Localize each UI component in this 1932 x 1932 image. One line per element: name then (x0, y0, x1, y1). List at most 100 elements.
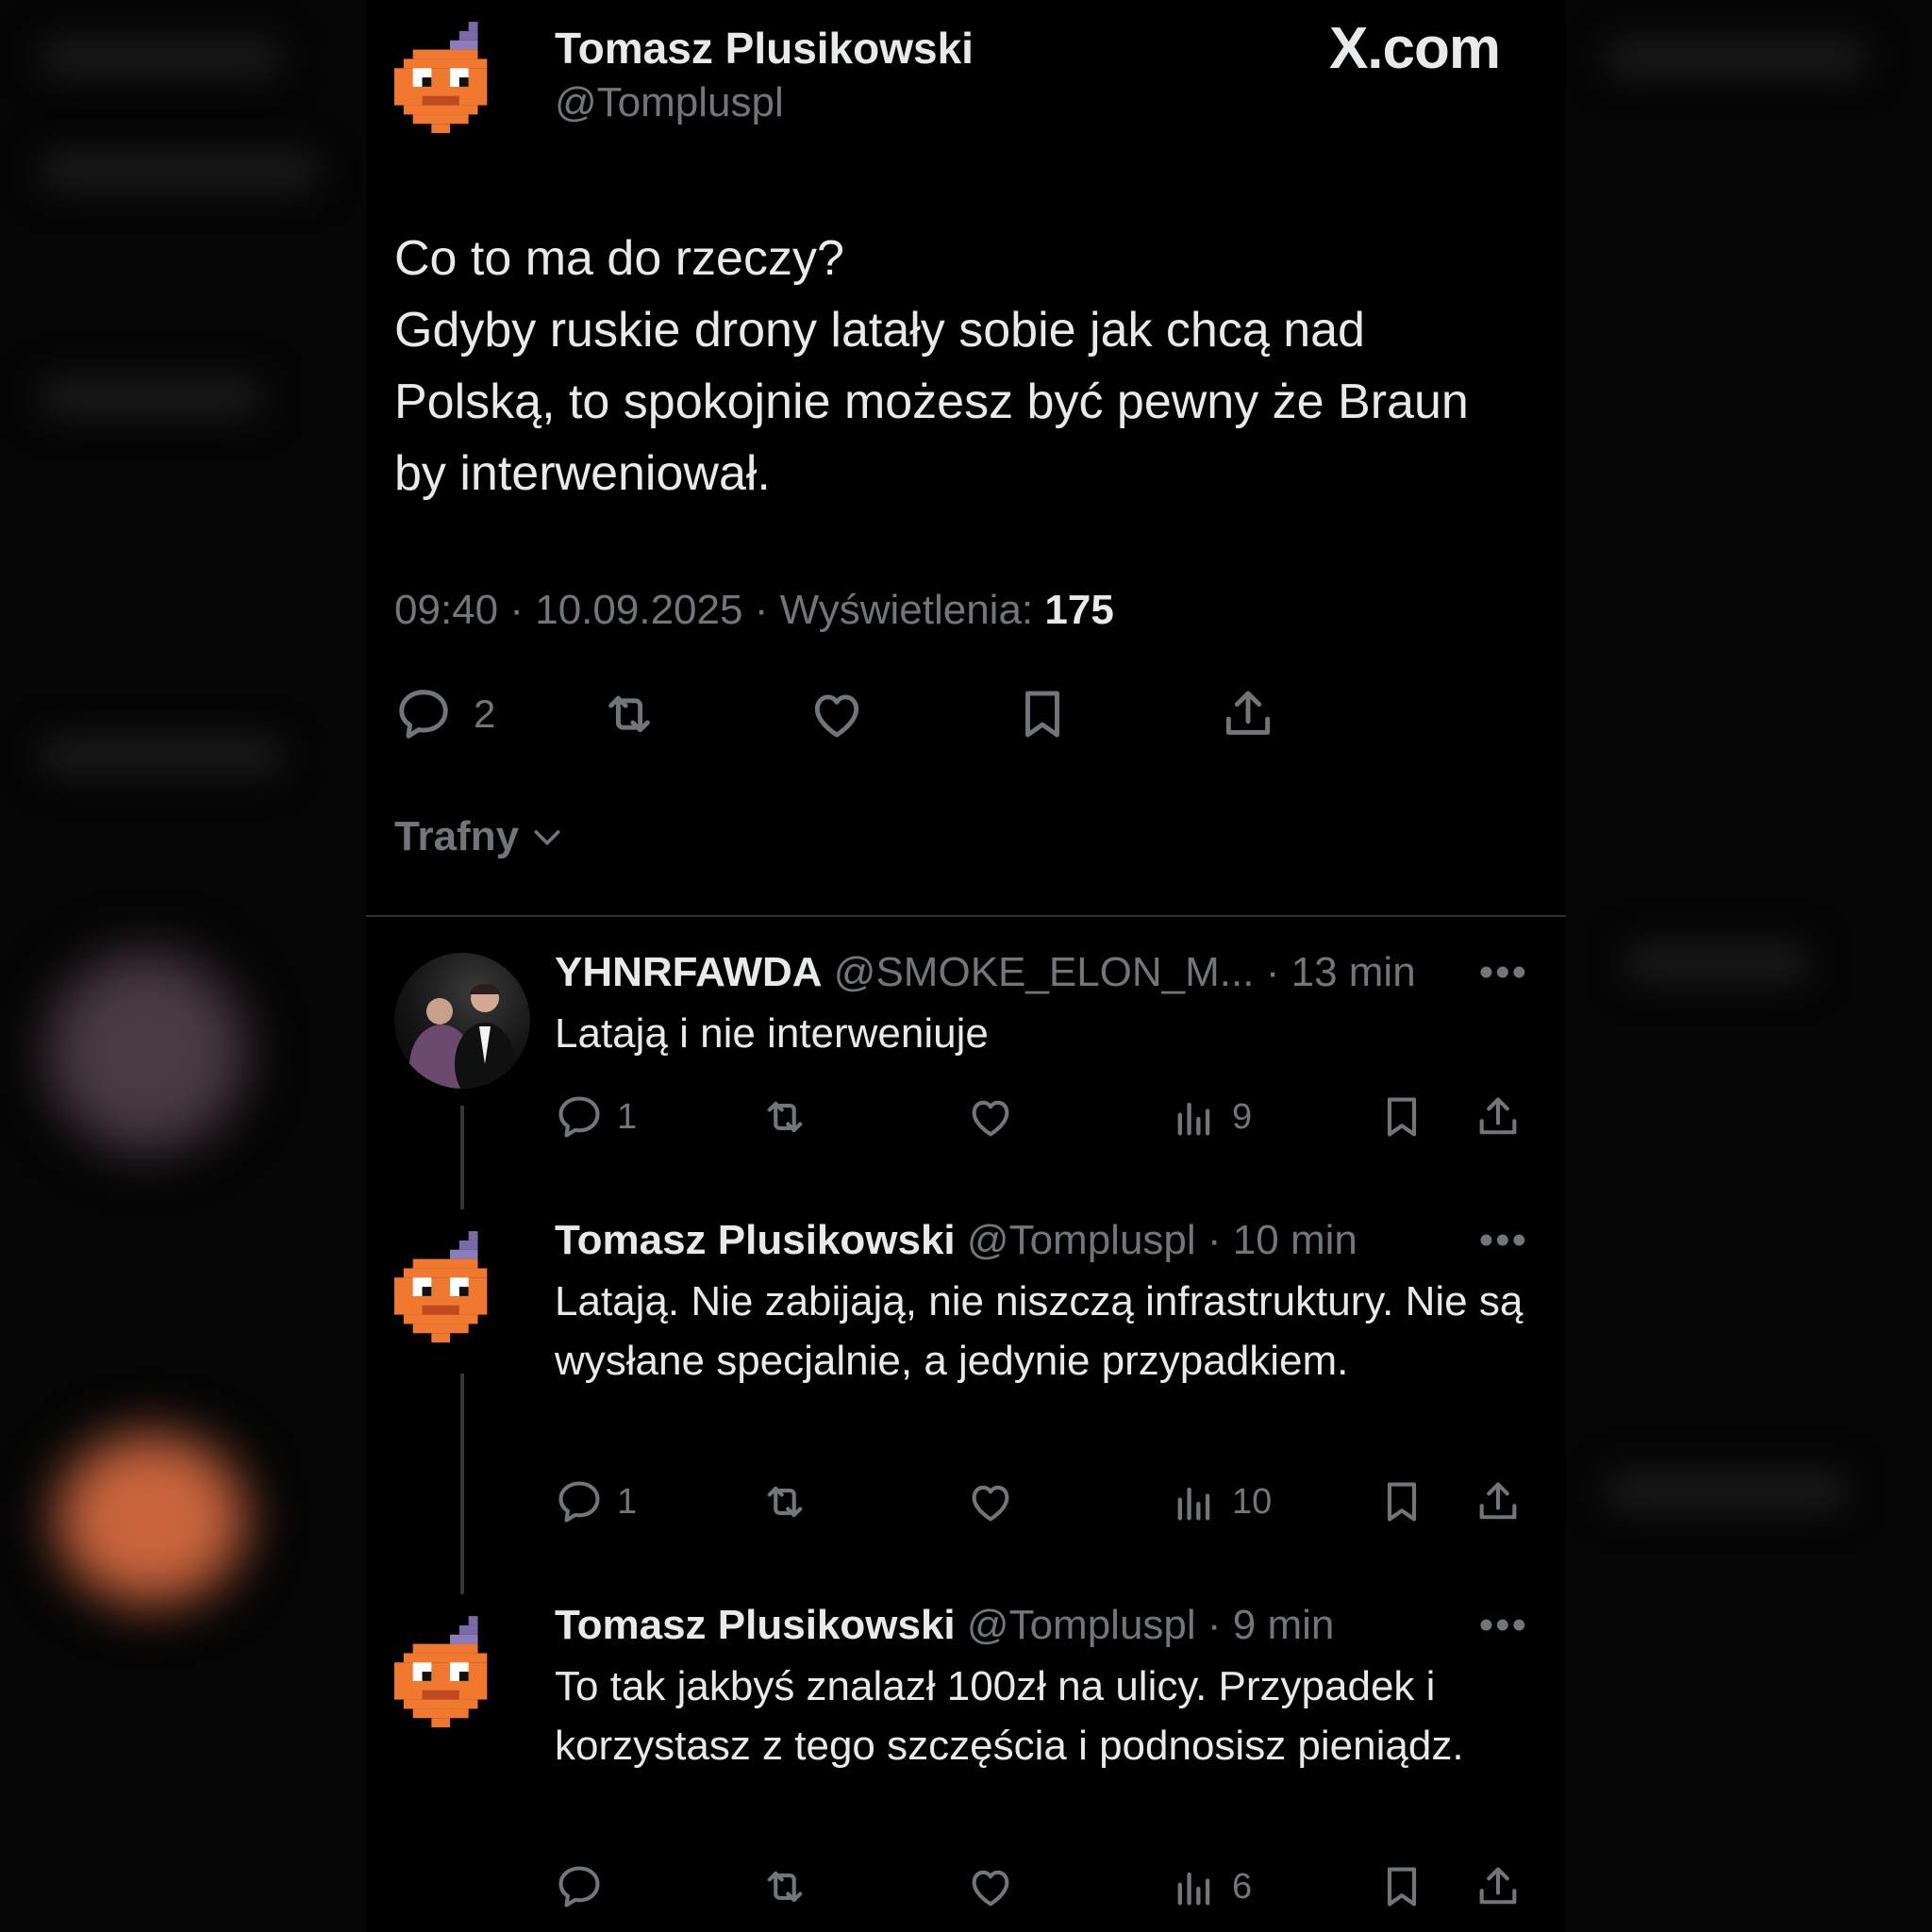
reply-count: 1 (617, 1481, 638, 1522)
reply-item[interactable]: YHNRFAWDA @SMOKE_ELON_M... · 13 min ••• … (366, 949, 1566, 1147)
post-actions: 2 (394, 679, 1536, 755)
views-label: Wyświetlenia: (779, 587, 1034, 633)
share-button[interactable] (1219, 685, 1277, 743)
repost-button[interactable] (600, 685, 658, 743)
reply-text: Latają. Nie zabijają, nie niszczą infras… (555, 1278, 1524, 1384)
author-name[interactable]: Tomasz Plusikowski (555, 23, 974, 74)
bookmark-icon (1387, 1482, 1417, 1522)
bookmark-button[interactable] (1013, 685, 1072, 743)
pixel-avatar-icon[interactable] (394, 1230, 506, 1353)
views-count: 10 (1232, 1481, 1273, 1522)
meta-separator: · (754, 587, 769, 633)
bookmark-button[interactable] (1377, 1862, 1426, 1911)
reply-button[interactable]: 1 (555, 1477, 637, 1526)
post-text-line: Polską, to spokojnie możesz być pewny że… (394, 375, 1469, 429)
post-text: Co to ma do rzeczy? Gdyby ruskie drony l… (394, 223, 1545, 509)
views-button[interactable]: 9 (1170, 1092, 1252, 1141)
share-icon (1479, 1482, 1517, 1520)
reply-author-name[interactable]: Tomasz Plusikowski (555, 1217, 956, 1263)
repost-icon (608, 695, 650, 733)
more-options-icon[interactable]: ••• (1479, 1217, 1528, 1264)
reply-icon (558, 1866, 600, 1907)
pixel-avatar-icon[interactable] (394, 21, 506, 143)
reply-header: Tomasz Plusikowski @Tompluspl · 10 min (555, 1217, 1357, 1264)
views-count: 6 (1232, 1866, 1253, 1907)
post-text-line: Co to ma do rzeczy? (394, 231, 844, 286)
meta-separator: · (1265, 949, 1280, 995)
more-options-icon[interactable]: ••• (1479, 949, 1528, 996)
user-photo-avatar[interactable] (394, 953, 530, 1089)
reply-author-handle[interactable]: @Tompluspl (967, 1217, 1196, 1263)
like-button[interactable] (966, 1477, 1015, 1526)
post-text-line: by interweniował. (394, 446, 771, 501)
reply-actions: 1 9 (555, 1092, 1545, 1149)
like-button[interactable] (966, 1092, 1015, 1141)
analytics-icon (1177, 1872, 1210, 1906)
repost-icon (767, 1486, 803, 1518)
share-icon (1479, 1097, 1517, 1135)
reply-age[interactable]: 10 min (1233, 1217, 1357, 1263)
brand-watermark: X.com (1328, 16, 1501, 81)
reply-button[interactable] (555, 1862, 604, 1911)
post-meta: 09:40 · 10.09.2025 · Wyświetlenia: 175 (394, 587, 1114, 634)
bookmark-icon (1387, 1097, 1417, 1137)
bookmark-button[interactable] (1377, 1092, 1426, 1141)
pixel-avatar-icon[interactable] (394, 1615, 506, 1738)
repost-button[interactable] (760, 1092, 809, 1141)
meta-separator: · (1207, 1602, 1222, 1648)
repost-button[interactable] (760, 1862, 809, 1911)
divider (366, 915, 1566, 917)
bookmark-button[interactable] (1377, 1477, 1426, 1526)
analytics-icon (1177, 1487, 1210, 1521)
heart-icon (814, 694, 859, 738)
reply-author-handle[interactable]: @SMOKE_ELON_M... (834, 949, 1255, 995)
meta-separator: · (1207, 1217, 1222, 1263)
reply-author-handle[interactable]: @Tompluspl (967, 1602, 1196, 1648)
reply-text: To tak jakbyś znalazł 100zł na ulicy. Pr… (555, 1663, 1464, 1769)
reply-button[interactable]: 2 (394, 685, 495, 743)
author-handle[interactable]: @Tompluspl (555, 79, 784, 126)
reply-count: 2 (474, 691, 496, 736)
share-icon (1479, 1867, 1517, 1905)
reply-button[interactable]: 1 (555, 1092, 637, 1141)
chevron-down-icon (534, 830, 560, 845)
reply-count: 1 (617, 1096, 638, 1137)
reply-author-name[interactable]: YHNRFAWDA (555, 949, 823, 995)
blurred-background-left (0, 0, 366, 1932)
reply-actions: 6 (555, 1862, 1545, 1919)
views-count: 9 (1232, 1096, 1253, 1137)
bookmark-icon (1025, 691, 1059, 738)
heart-icon (972, 1100, 1009, 1137)
views-button[interactable]: 6 (1170, 1862, 1252, 1911)
reply-icon (399, 690, 448, 739)
meta-separator: · (509, 587, 524, 633)
analytics-icon (1177, 1102, 1210, 1136)
sort-dropdown[interactable]: Trafny (394, 813, 566, 860)
repost-icon (767, 1871, 803, 1903)
tweet-screenshot: Tomasz Plusikowski @Tompluspl X.com Co t… (366, 0, 1566, 1932)
share-button[interactable] (1474, 1477, 1523, 1526)
reply-item[interactable]: Tomasz Plusikowski @Tompluspl · 10 min •… (366, 1217, 1566, 1523)
bookmark-icon (1387, 1867, 1417, 1907)
post-date[interactable]: 10.09.2025 (535, 587, 742, 633)
heart-icon (972, 1485, 1009, 1522)
blurred-background-right (1566, 0, 1932, 1932)
repost-icon (767, 1101, 803, 1133)
more-options-icon[interactable]: ••• (1479, 1602, 1528, 1649)
views-count: 175 (1044, 587, 1114, 633)
repost-button[interactable] (760, 1477, 809, 1526)
heart-icon (972, 1870, 1009, 1907)
share-button[interactable] (1474, 1092, 1523, 1141)
like-button[interactable] (966, 1862, 1015, 1911)
reply-item[interactable]: Tomasz Plusikowski @Tompluspl · 9 min ••… (366, 1602, 1566, 1923)
reply-age[interactable]: 13 min (1291, 949, 1416, 995)
reply-icon (558, 1096, 600, 1138)
post-text-line: Gdyby ruskie drony latały sobie jak chcą… (394, 303, 1365, 358)
post-time[interactable]: 09:40 (394, 587, 498, 633)
like-button[interactable] (808, 685, 866, 743)
share-button[interactable] (1474, 1862, 1523, 1911)
share-icon (1225, 691, 1271, 735)
views-button[interactable]: 10 (1170, 1477, 1272, 1526)
reply-author-name[interactable]: Tomasz Plusikowski (555, 1602, 956, 1648)
reply-age[interactable]: 9 min (1233, 1602, 1335, 1648)
